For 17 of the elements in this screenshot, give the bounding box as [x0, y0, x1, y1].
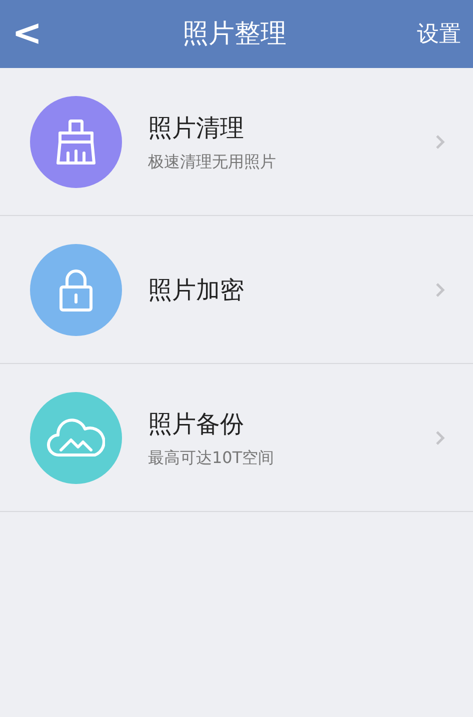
back-button[interactable]: <	[12, 16, 52, 52]
chevron-icon	[435, 134, 445, 150]
item-title: 照片备份	[148, 408, 245, 440]
broom-icon	[54, 118, 98, 164]
list-item[interactable]: 照片备份 最高可达10T空间	[0, 364, 473, 512]
item-subtitle: 最高可达10T空间	[148, 446, 276, 468]
lock-icon	[58, 268, 94, 312]
cloud-icon	[47, 418, 105, 458]
list-item[interactable]: 照片加密	[0, 216, 473, 364]
item-title: 照片加密	[148, 274, 245, 306]
chevron-icon	[435, 430, 445, 446]
list-item[interactable]: 照片清理 极速清理无用照片	[0, 68, 473, 216]
settings-button[interactable]: 设置	[417, 18, 461, 50]
item-title: 照片清理	[148, 112, 245, 144]
item-subtitle: 极速清理无用照片	[148, 150, 277, 172]
chevron-icon	[435, 282, 445, 298]
page-title: 照片整理	[182, 18, 286, 50]
